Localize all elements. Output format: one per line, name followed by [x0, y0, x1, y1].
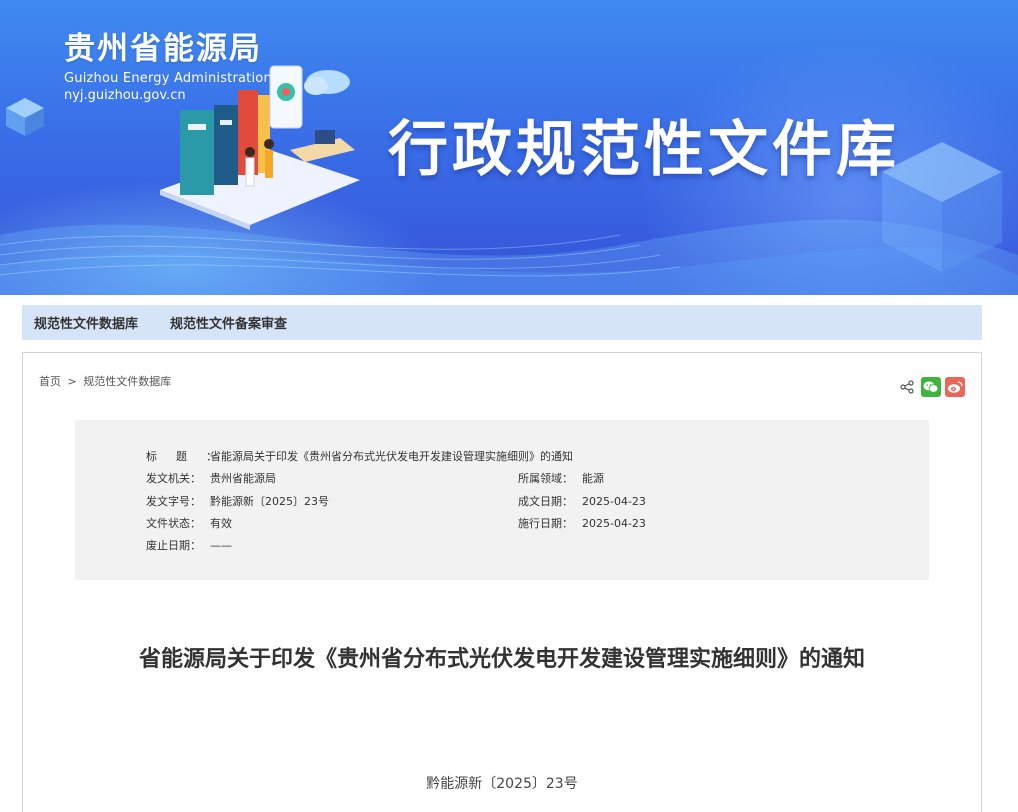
meta-value: 省能源局关于印发《贵州省分布式光伏发电开发建设管理实施细则》的通知: [210, 450, 573, 463]
nav-item-filing-review[interactable]: 规范性文件备案审查: [170, 313, 287, 332]
meta-label: 成文日期：: [518, 495, 573, 508]
share-bar: [897, 377, 965, 397]
meta-label: 文件状态：: [146, 517, 201, 530]
cube-decoration: [882, 142, 1002, 272]
breadcrumb: 首页 > 规范性文件数据库: [39, 373, 171, 389]
weibo-icon[interactable]: [945, 377, 965, 397]
meta-label: 发文字号：: [146, 495, 201, 508]
meta-value: 贵州省能源局: [210, 472, 276, 485]
document-metadata-panel: 标题：省能源局关于印发《贵州省分布式光伏发电开发建设管理实施细则》的通知 发文机…: [75, 420, 929, 580]
meta-row-repeal: 废止日期： ——: [146, 537, 232, 553]
nav-item-database[interactable]: 规范性文件数据库: [34, 313, 138, 332]
meta-row-issuer: 发文机关： 贵州省能源局: [146, 470, 276, 486]
content-panel: 首页 > 规范性文件数据库 标题：省能源局关于印发《贵州省分布式光伏发电开发建设…: [22, 352, 982, 812]
meta-row-created: 成文日期： 2025-04-23: [518, 493, 646, 509]
meta-value: 有效: [210, 517, 232, 530]
meta-value: ——: [210, 539, 232, 552]
meta-label: 施行日期：: [518, 517, 573, 530]
meta-value: 2025-04-23: [582, 495, 646, 508]
meta-row-docno: 发文字号： 黔能源新〔2025〕23号: [146, 493, 329, 509]
meta-value: 黔能源新〔2025〕23号: [210, 495, 329, 508]
breadcrumb-current-link[interactable]: 规范性文件数据库: [83, 375, 171, 388]
breadcrumb-separator: >: [67, 375, 77, 388]
meta-label: 标题：: [146, 450, 236, 463]
document-title: 省能源局关于印发《贵州省分布式光伏发电开发建设管理实施细则》的通知: [138, 647, 865, 672]
header-banner: 贵州省能源局 Guizhou Energy Administration nyj…: [0, 0, 1018, 295]
meta-row-status: 文件状态： 有效: [146, 515, 232, 531]
meta-row-title: 标题：省能源局关于印发《贵州省分布式光伏发电开发建设管理实施细则》的通知: [146, 448, 573, 464]
share-icon[interactable]: [897, 377, 917, 397]
document-number: 黔能源新〔2025〕23号: [426, 776, 578, 792]
meta-label: 发文机关：: [146, 472, 201, 485]
main-nav: 规范性文件数据库 规范性文件备案审查: [22, 305, 982, 340]
books-illustration: [160, 65, 360, 230]
cube-decoration: [6, 98, 44, 136]
meta-value: 能源: [582, 472, 604, 485]
wechat-icon[interactable]: [921, 377, 941, 397]
meta-row-domain: 所属领域： 能源: [518, 470, 604, 486]
meta-label: 废止日期：: [146, 539, 201, 552]
breadcrumb-home-link[interactable]: 首页: [39, 375, 61, 388]
banner-title: 行政规范性文件库: [388, 115, 900, 185]
meta-row-effective: 施行日期： 2025-04-23: [518, 515, 646, 531]
meta-value: 2025-04-23: [582, 517, 646, 530]
meta-label: 所属领域：: [518, 472, 573, 485]
